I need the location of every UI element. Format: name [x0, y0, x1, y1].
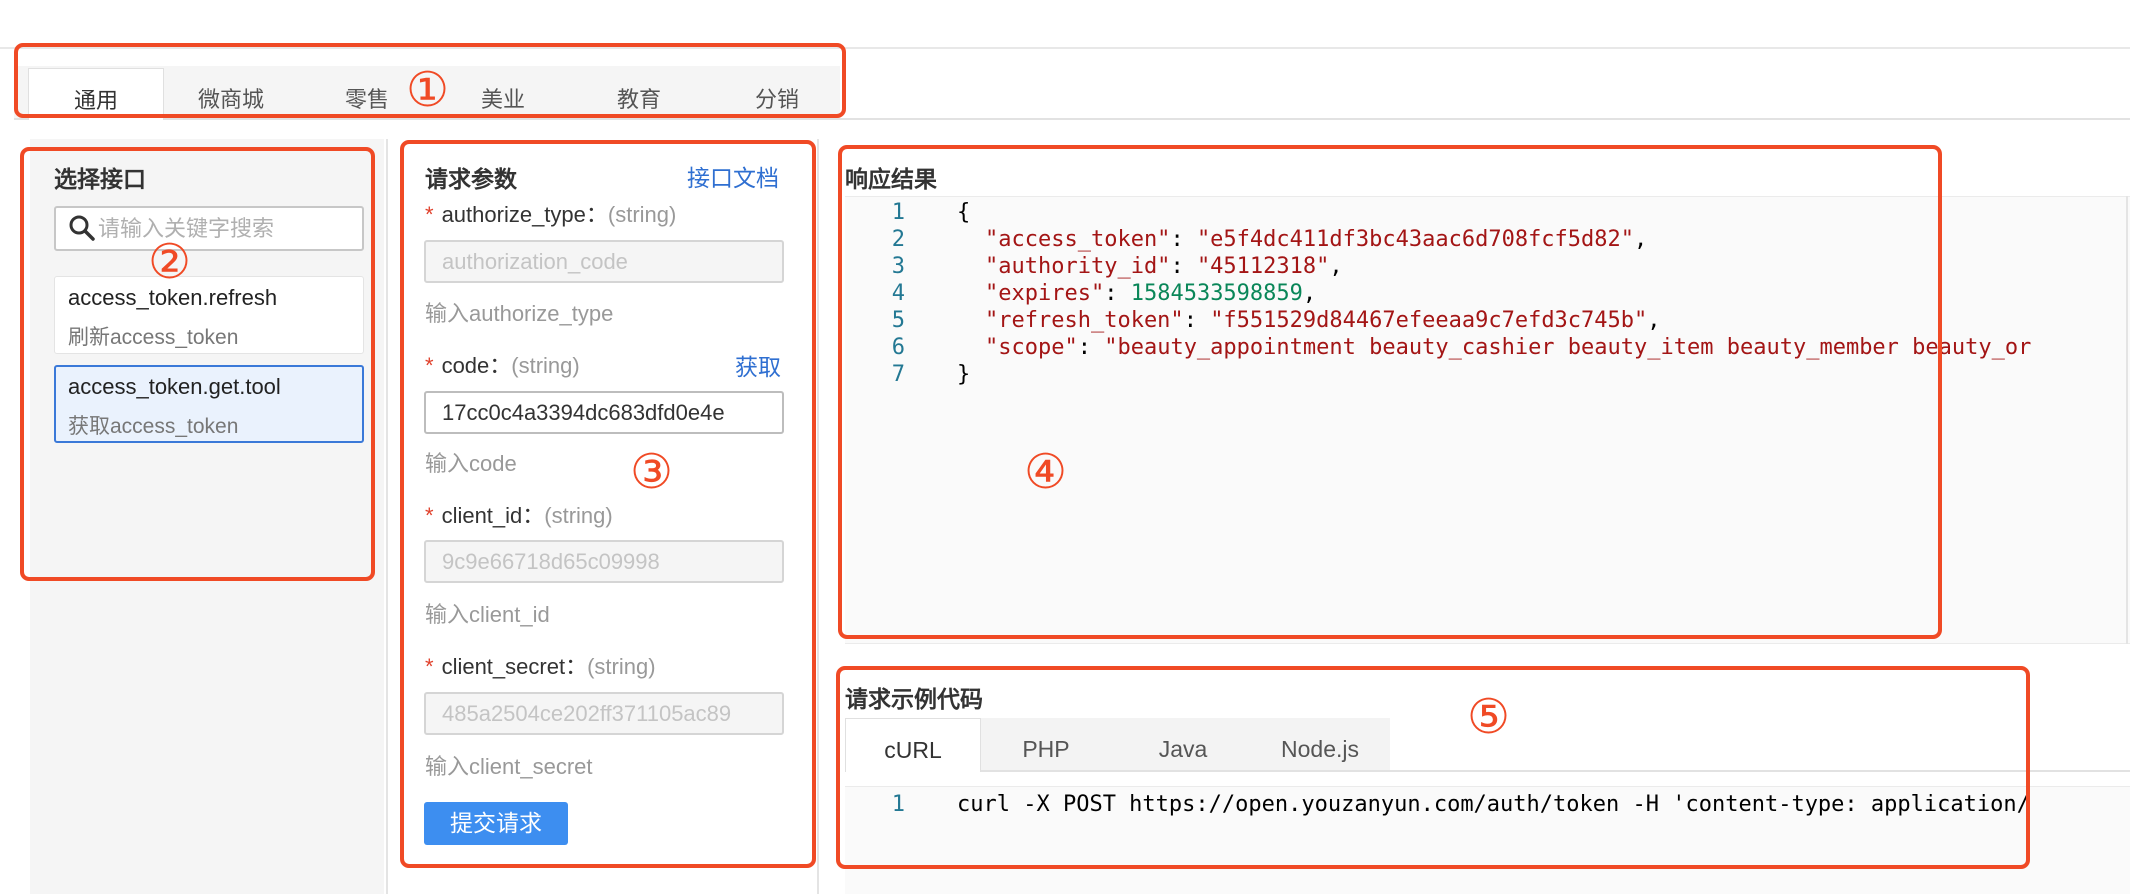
annotation-number-1: ①: [406, 62, 450, 118]
annotation-box-3: [400, 140, 816, 868]
annotation-box-2: [20, 147, 375, 581]
response-panel-edge: [2126, 196, 2128, 644]
annotation-number-4: ④: [1024, 444, 1068, 500]
api-selector-divider: [386, 139, 388, 894]
annotation-box-4: [838, 145, 1942, 639]
annotation-number-2: ②: [148, 234, 192, 290]
annotation-number-5: ⑤: [1467, 689, 1511, 745]
request-panel-divider: [817, 139, 819, 894]
annotation-number-3: ③: [630, 444, 674, 500]
annotation-box-5: [836, 666, 2030, 869]
